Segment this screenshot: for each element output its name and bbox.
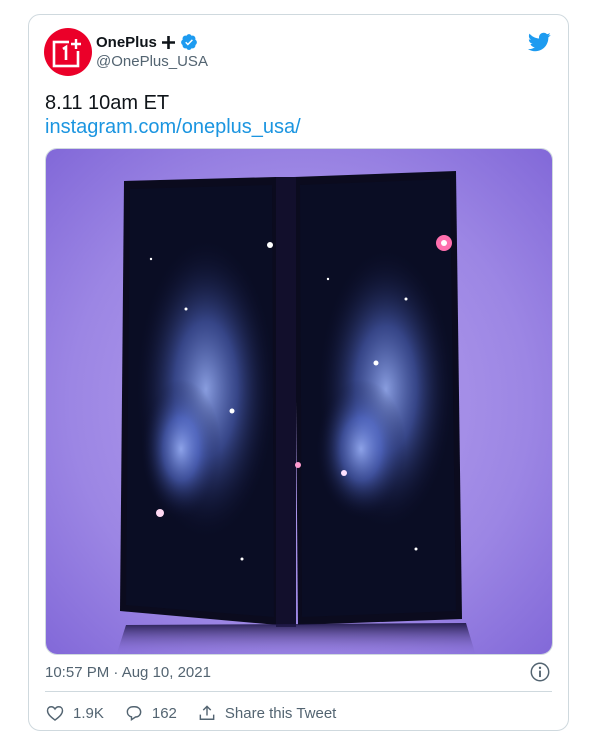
share-button[interactable]: Share this Tweet bbox=[197, 703, 336, 723]
like-button[interactable]: 1.9K bbox=[45, 703, 104, 723]
author-handle[interactable]: @OnePlus_USA bbox=[96, 53, 208, 70]
foldable-phone-image bbox=[46, 149, 552, 654]
divider bbox=[45, 691, 552, 692]
tweet-card[interactable]: OnePlus @OnePlus_USA 8.11 10am ET instag… bbox=[28, 14, 569, 731]
tweet-timestamp[interactable]: 10:57 PM · Aug 10, 2021 bbox=[45, 664, 211, 681]
heart-icon bbox=[46, 706, 64, 721]
reply-count: 162 bbox=[151, 704, 177, 722]
reply-bubble-icon bbox=[126, 706, 142, 721]
display-name[interactable]: OnePlus bbox=[96, 34, 157, 51]
share-label: Share this Tweet bbox=[224, 704, 337, 722]
tweet-text: 8.11 10am ET bbox=[45, 92, 170, 114]
plus-mark-icon bbox=[161, 35, 175, 49]
twitter-bird-icon[interactable] bbox=[527, 30, 551, 54]
author-name-row[interactable]: OnePlus bbox=[96, 33, 198, 51]
like-count: 1.9K bbox=[73, 704, 104, 722]
tweet-media[interactable] bbox=[45, 148, 553, 655]
share-icon bbox=[199, 705, 215, 720]
reply-button[interactable]: 162 bbox=[124, 703, 177, 723]
avatar[interactable] bbox=[44, 28, 92, 76]
tweet-link[interactable]: instagram.com/oneplus_usa/ bbox=[45, 115, 301, 139]
verified-badge-icon bbox=[180, 34, 197, 50]
info-icon[interactable] bbox=[529, 661, 551, 683]
oneplus-logo-icon bbox=[52, 38, 83, 68]
tweet-actions: 1.9K 162 Share this Tweet bbox=[45, 699, 356, 727]
